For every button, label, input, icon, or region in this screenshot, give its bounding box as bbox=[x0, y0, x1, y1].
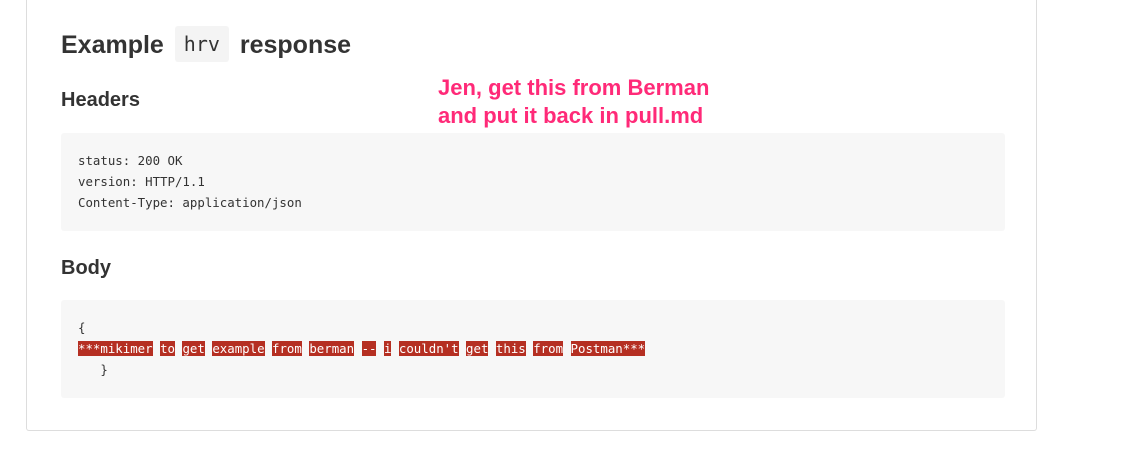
body-code-block: { ***mikimer to get example from berman -… bbox=[61, 300, 1005, 398]
error-highlighted-word: to bbox=[160, 341, 175, 356]
error-highlighted-word: from bbox=[272, 341, 302, 356]
error-highlighted-word: Postman*** bbox=[570, 341, 646, 356]
section-title-code: hrv bbox=[174, 26, 229, 62]
section-title-prefix: Example bbox=[61, 31, 164, 59]
article-container: Example hrv response Headers status: 200… bbox=[26, 0, 1037, 431]
review-annotation: Jen, get this from Berman and put it bac… bbox=[438, 74, 709, 130]
error-highlighted-word: ***mikimer bbox=[78, 341, 153, 356]
body-close-brace: } bbox=[78, 362, 108, 377]
error-highlighted-word: get bbox=[466, 341, 489, 356]
error-highlighted-word: get bbox=[182, 341, 205, 356]
error-highlighted-word: from bbox=[533, 341, 564, 356]
section-title: Example hrv response bbox=[61, 26, 351, 64]
error-highlighted-word: example bbox=[212, 341, 265, 356]
error-highlighted-word: berman bbox=[309, 341, 355, 356]
section-title-suffix: response bbox=[239, 31, 352, 59]
body-open-brace: { bbox=[78, 320, 86, 335]
body-error-line: ***mikimer to get example from berman --… bbox=[78, 338, 988, 359]
body-heading: Body bbox=[61, 257, 111, 279]
error-highlighted-word: i bbox=[383, 341, 392, 356]
headers-heading: Headers bbox=[61, 89, 140, 111]
annotation-line-2: and put it back in pull.md bbox=[438, 103, 704, 128]
header-line: status: 200 OK bbox=[78, 153, 183, 168]
headers-code-block: status: 200 OK version: HTTP/1.1 Content-T… bbox=[61, 133, 1005, 231]
error-highlighted-word: this bbox=[495, 341, 526, 356]
error-highlighted-word: couldn't bbox=[398, 341, 459, 356]
error-highlighted-word: -- bbox=[361, 341, 377, 356]
header-line: version: HTTP/1.1 bbox=[78, 174, 205, 189]
page: Example hrv response Headers status: 200… bbox=[0, 0, 1144, 472]
header-line: Content-Type: application/json bbox=[78, 195, 302, 210]
annotation-line-1: Jen, get this from Berman bbox=[438, 75, 710, 100]
